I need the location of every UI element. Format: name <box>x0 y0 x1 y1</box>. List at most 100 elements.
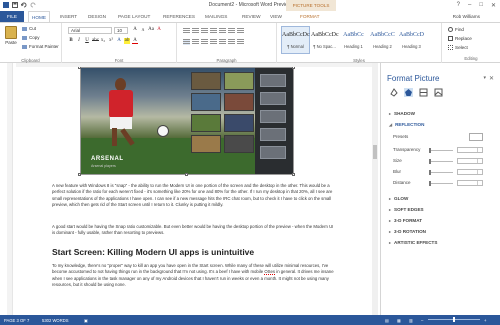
text-effects-icon[interactable]: A <box>116 38 122 44</box>
proofing-icon[interactable]: ▣ <box>84 318 88 323</box>
paste-button[interactable]: Paste <box>3 26 19 50</box>
read-mode-icon[interactable]: ▤ <box>385 318 389 323</box>
slider-knob[interactable] <box>429 181 431 186</box>
show-marks-icon[interactable] <box>237 28 244 34</box>
transparency-input[interactable] <box>457 147 483 153</box>
copy-button[interactable]: Copy <box>22 35 40 40</box>
print-layout-icon[interactable]: ▦ <box>397 318 401 323</box>
resize-handle[interactable] <box>185 173 188 176</box>
vertical-scrollbar[interactable] <box>372 63 378 315</box>
resize-handle[interactable] <box>78 173 81 176</box>
justify-icon[interactable] <box>210 39 217 45</box>
font-size-select[interactable]: 10 <box>114 27 128 34</box>
web-layout-icon[interactable]: ▥ <box>409 318 413 323</box>
borders-icon[interactable] <box>237 39 244 45</box>
scrollbar-thumb[interactable] <box>373 145 377 159</box>
tab-file[interactable]: FILE <box>0 11 24 22</box>
tab-review[interactable]: REVIEW <box>242 11 261 22</box>
grow-font-icon[interactable]: A <box>132 27 138 33</box>
body-paragraph[interactable]: To my knowledge, there's no "proper" way… <box>52 263 336 289</box>
slider-knob[interactable] <box>429 170 431 175</box>
section-shadow[interactable]: ▸ SHADOW <box>389 111 415 116</box>
zoom-in-icon[interactable]: + <box>484 318 486 323</box>
transparency-slider[interactable] <box>429 148 453 153</box>
tab-design[interactable]: DESIGN <box>88 11 106 22</box>
strikethrough-icon[interactable]: abc <box>92 38 99 44</box>
format-painter-button[interactable]: Format Painter <box>22 44 59 49</box>
font-family-select[interactable]: Arial <box>68 27 112 34</box>
tab-home[interactable]: HOME <box>28 11 51 22</box>
help-icon[interactable]: ? <box>457 2 460 9</box>
decrease-indent-icon[interactable] <box>210 28 217 34</box>
slider-knob[interactable] <box>429 159 431 164</box>
style-no-spacing[interactable]: AaBbCcDc ¶ No Spac... <box>310 26 339 54</box>
replace-button[interactable]: Replace <box>448 36 472 41</box>
select-button[interactable]: Select <box>448 45 468 50</box>
pane-close-icon[interactable]: ✕ <box>489 75 494 82</box>
pane-options-icon[interactable]: ▾ <box>483 75 486 81</box>
presets-dropdown[interactable] <box>469 133 483 141</box>
section-3d-format[interactable]: ▸ 3-D FORMAT <box>389 218 422 223</box>
fill-line-icon[interactable] <box>389 88 398 97</box>
distance-input[interactable] <box>457 180 483 186</box>
style-normal[interactable]: AaBbCcDc ¶ Normal <box>281 26 310 54</box>
resize-handle[interactable] <box>292 173 295 176</box>
style-heading-3[interactable]: AaBbCcD Heading 3 <box>397 26 426 54</box>
maximize-icon[interactable]: □ <box>479 2 483 9</box>
tab-insert[interactable]: INSERT <box>60 11 77 22</box>
subscript-icon[interactable]: x₂ <box>100 38 106 44</box>
italic-icon[interactable]: I <box>76 38 82 44</box>
resize-handle[interactable] <box>292 67 295 69</box>
size-slider[interactable] <box>429 159 453 164</box>
layout-properties-icon[interactable] <box>419 88 428 97</box>
highlight-icon[interactable]: ab <box>124 38 130 44</box>
tab-references[interactable]: REFERENCES <box>163 11 195 22</box>
style-heading-2[interactable]: AaBbCcC Heading 2 <box>368 26 397 54</box>
resize-handle[interactable] <box>78 67 81 69</box>
line-spacing-icon[interactable] <box>219 39 226 45</box>
document-area[interactable]: ARSENAL Arsenal players A new feature wi… <box>14 67 380 315</box>
shrink-font-icon[interactable]: A <box>140 27 146 33</box>
page-count[interactable]: PAGE 3 OF 7 <box>4 318 29 323</box>
selected-picture[interactable]: ARSENAL Arsenal players <box>80 67 294 175</box>
numbering-icon[interactable] <box>192 28 199 34</box>
slider-knob[interactable] <box>429 148 431 153</box>
vertical-ruler[interactable] <box>7 63 13 315</box>
section-artistic-effects[interactable]: ▸ ARTISTIC EFFECTS <box>389 240 437 245</box>
zoom-slider[interactable] <box>428 317 480 322</box>
style-heading-1[interactable]: AaBbCc Heading 1 <box>339 26 368 54</box>
blur-slider[interactable] <box>429 170 453 175</box>
zoom-out-icon[interactable]: – <box>421 318 423 323</box>
bullets-icon[interactable] <box>183 28 190 34</box>
change-case-icon[interactable]: Aa <box>148 27 154 33</box>
tab-page-layout[interactable]: PAGE LAYOUT <box>118 11 150 22</box>
align-left-icon[interactable] <box>183 39 190 45</box>
user-name[interactable]: Rob Williams <box>453 11 480 22</box>
tab-format[interactable]: FORMAT <box>300 11 319 22</box>
shading-icon[interactable] <box>228 39 235 45</box>
increase-indent-icon[interactable] <box>219 28 226 34</box>
section-soft-edges[interactable]: ▸ SOFT EDGES <box>389 207 424 212</box>
blur-input[interactable] <box>457 169 483 175</box>
spelling-error[interactable]: OSes <box>264 269 276 276</box>
find-button[interactable]: Find <box>448 27 464 32</box>
font-color-icon[interactable]: A <box>132 38 138 44</box>
section-reflection[interactable]: ◢ REFLECTION <box>389 122 424 127</box>
section-glow[interactable]: ▸ GLOW <box>389 196 408 201</box>
picture-icon[interactable] <box>434 88 443 97</box>
close-icon[interactable]: ✕ <box>491 2 496 9</box>
align-right-icon[interactable] <box>201 39 208 45</box>
body-paragraph[interactable]: A good start would be having the Snap ra… <box>52 224 336 237</box>
word-count[interactable]: 5302 WORDS <box>42 318 69 323</box>
size-input[interactable] <box>457 158 483 164</box>
section-heading[interactable]: Start Screen: Killing Modern UI apps is … <box>52 247 254 257</box>
bold-icon[interactable]: B <box>68 38 74 44</box>
body-paragraph[interactable]: A new feature with Windows 8 is "snap" -… <box>52 183 336 209</box>
cut-button[interactable]: Cut <box>22 26 36 31</box>
section-3d-rotation[interactable]: ▸ 3-D ROTATION <box>389 229 426 234</box>
zoom-knob[interactable] <box>453 317 455 322</box>
align-center-icon[interactable] <box>192 39 199 45</box>
multilevel-list-icon[interactable] <box>201 28 208 34</box>
sort-icon[interactable] <box>228 28 235 34</box>
minimize-icon[interactable]: – <box>468 2 471 9</box>
